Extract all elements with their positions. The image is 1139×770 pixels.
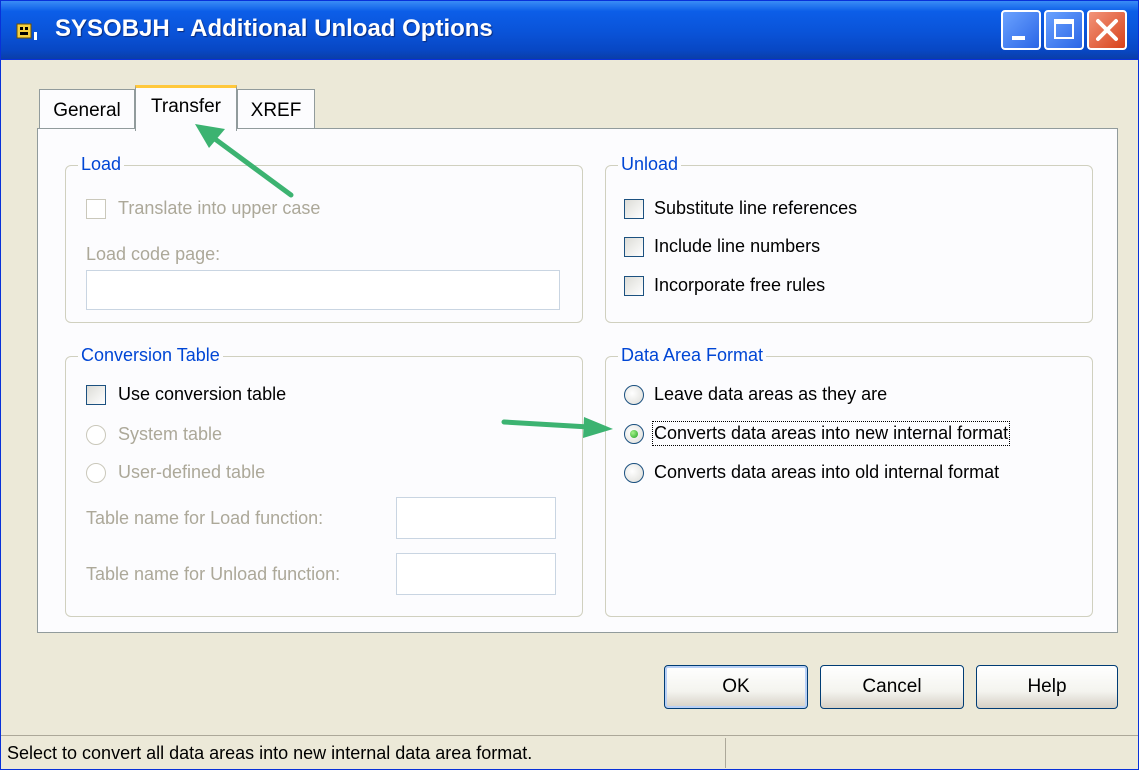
window-title: SYSOBJH - Additional Unload Options xyxy=(55,15,493,42)
user-defined-table-label: User-defined table xyxy=(118,462,266,482)
convert-old-format-radio[interactable] xyxy=(624,463,644,483)
load-code-page-label: Load code page: xyxy=(86,244,221,264)
dialog-window: SYSOBJH - Additional Unload Options Gene… xyxy=(0,0,1139,770)
translate-upper-checkbox[interactable] xyxy=(86,199,106,219)
convert-new-format-radio[interactable] xyxy=(624,424,644,444)
use-conversion-table-checkbox[interactable] xyxy=(86,385,106,405)
load-legend: Load xyxy=(78,154,125,175)
include-line-numbers-checkbox[interactable] xyxy=(624,237,644,257)
translate-upper-label: Translate into upper case xyxy=(118,198,321,218)
title-bar[interactable]: SYSOBJH - Additional Unload Options xyxy=(1,1,1138,60)
status-text: Select to convert all data areas into ne… xyxy=(7,743,533,763)
substitute-line-refs-checkbox[interactable] xyxy=(624,199,644,219)
maximize-icon xyxy=(1054,19,1074,39)
leave-data-areas-label: Leave data areas as they are xyxy=(654,384,888,404)
load-table-name-label: Table name for Load function: xyxy=(86,508,324,528)
convert-new-format-label: Converts data areas into new internal fo… xyxy=(651,421,1011,446)
close-icon xyxy=(1096,19,1118,41)
conversion-table-group: Conversion Table Use conversion table Sy… xyxy=(65,345,583,617)
help-button[interactable]: Help xyxy=(976,665,1118,709)
tab-transfer[interactable]: Transfer xyxy=(135,85,237,131)
app-icon xyxy=(16,23,37,40)
convert-old-format-label: Converts data areas into old internal fo… xyxy=(654,462,1000,482)
include-line-numbers-label: Include line numbers xyxy=(654,236,821,256)
leave-data-areas-radio[interactable] xyxy=(624,385,644,405)
minimize-icon xyxy=(1012,36,1025,40)
unload-table-name-label: Table name for Unload function: xyxy=(86,564,341,584)
tab-xref[interactable]: XREF xyxy=(237,89,315,129)
ok-button[interactable]: OK xyxy=(664,665,808,709)
load-group: Load Translate into upper case Load code… xyxy=(65,154,583,323)
user-defined-table-radio[interactable] xyxy=(86,463,106,483)
system-table-label: System table xyxy=(118,424,223,444)
incorporate-free-rules-label: Incorporate free rules xyxy=(654,275,826,295)
load-code-page-input[interactable] xyxy=(86,270,560,310)
conversion-legend: Conversion Table xyxy=(78,345,223,366)
data-area-format-group: Data Area Format Leave data areas as the… xyxy=(605,345,1093,617)
transfer-tab-panel: Load Translate into upper case Load code… xyxy=(37,128,1118,633)
use-conversion-table-label: Use conversion table xyxy=(118,384,287,404)
incorporate-free-rules-checkbox[interactable] xyxy=(624,276,644,296)
maximize-button[interactable] xyxy=(1044,10,1084,50)
tab-general[interactable]: General xyxy=(39,89,135,129)
close-button[interactable] xyxy=(1087,10,1127,50)
data-area-legend: Data Area Format xyxy=(618,345,767,366)
status-divider xyxy=(725,738,726,768)
unload-legend: Unload xyxy=(618,154,682,175)
status-bar: Select to convert all data areas into ne… xyxy=(1,735,1138,769)
substitute-line-refs-label: Substitute line references xyxy=(654,198,858,218)
load-table-name-input[interactable] xyxy=(396,497,556,539)
system-table-radio[interactable] xyxy=(86,425,106,445)
unload-table-name-input[interactable] xyxy=(396,553,556,595)
unload-group: Unload Substitute line references Includ… xyxy=(605,154,1093,323)
minimize-button[interactable] xyxy=(1001,10,1041,50)
cancel-button[interactable]: Cancel xyxy=(820,665,964,709)
